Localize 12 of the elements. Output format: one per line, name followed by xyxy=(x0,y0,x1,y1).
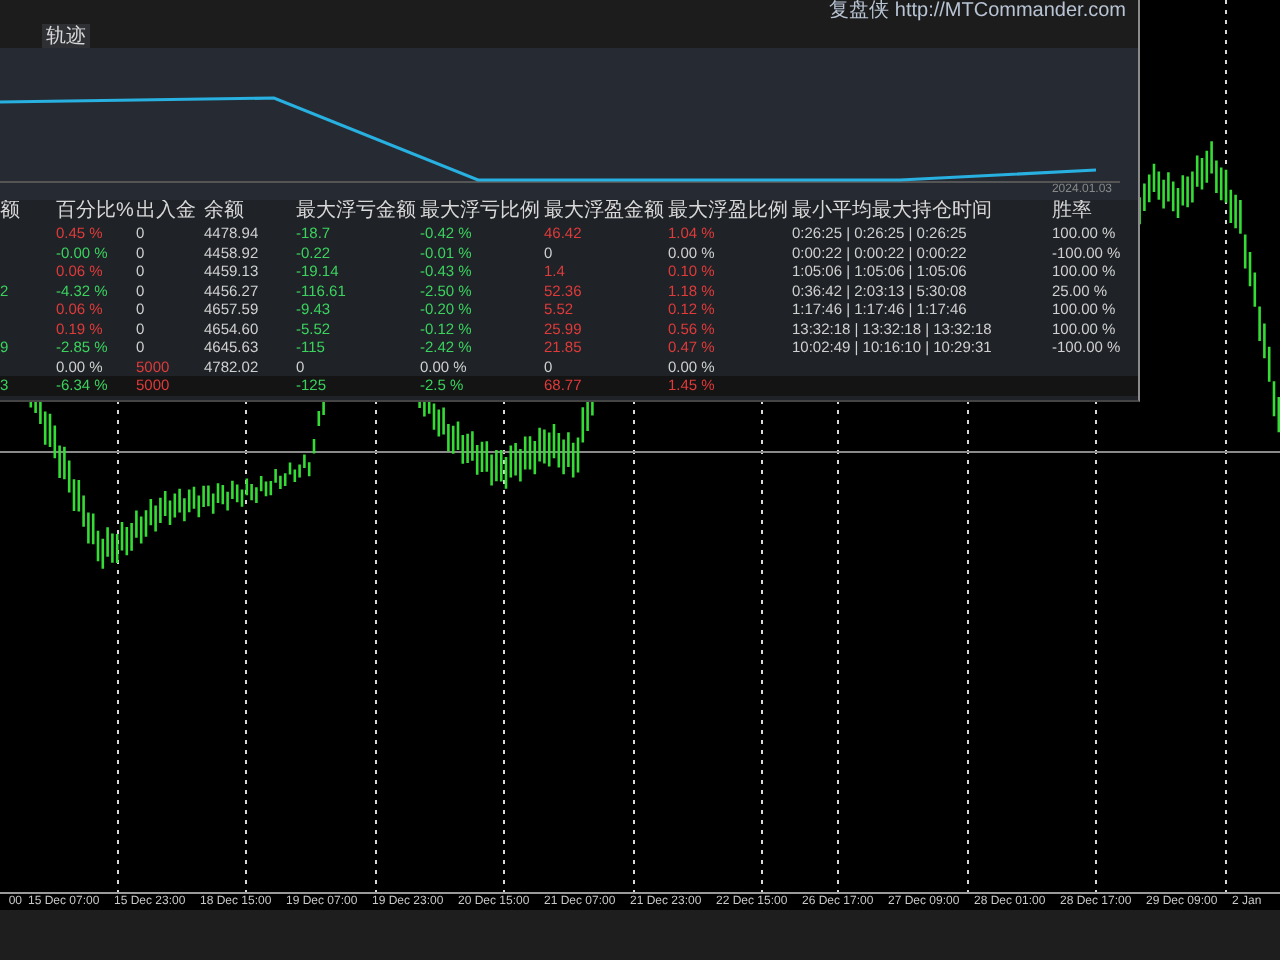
column-header: 最大浮盈比例 xyxy=(668,200,790,224)
column-header: 最小平均最大持仓时间 xyxy=(792,200,994,224)
column-header: 百分比% xyxy=(56,200,136,224)
column-header: 额 xyxy=(0,200,22,224)
tab[interactable]: 轨迹 xyxy=(42,24,90,48)
column-header: 出入金 xyxy=(136,200,198,224)
column-header: 最大浮亏金额 xyxy=(296,200,418,224)
column-header: 最大浮盈金额 xyxy=(544,200,666,224)
brand-text: 复盘侠 http://MTCommander.com xyxy=(829,0,1126,24)
column-header: 余额 xyxy=(204,200,246,224)
column-header: 最大浮亏比例 xyxy=(420,200,542,224)
column-header: 胜率 xyxy=(1052,200,1094,224)
